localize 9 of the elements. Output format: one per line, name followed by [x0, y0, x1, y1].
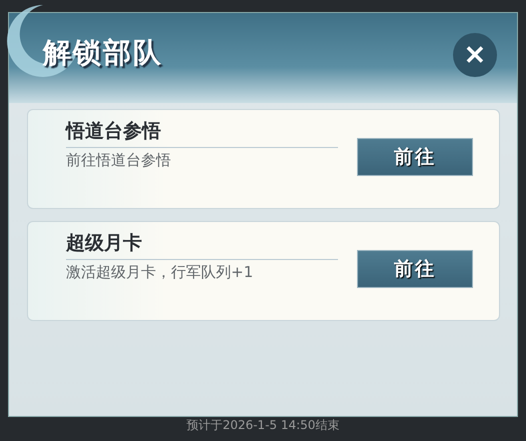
- close-button[interactable]: ✕: [453, 33, 497, 77]
- go-button[interactable]: 前往: [357, 138, 473, 176]
- entry-description: 前往悟道台参悟: [66, 150, 172, 170]
- end-time-text: 预计于2026-1-5 14:50结束: [186, 417, 340, 434]
- entry-title: 超级月卡: [66, 230, 338, 260]
- go-button[interactable]: 前往: [357, 250, 473, 288]
- entry-description: 激活超级月卡，行军队列+1: [66, 262, 254, 282]
- entry-title: 悟道台参悟: [66, 118, 338, 148]
- dialog-title: 解锁部队: [43, 35, 163, 71]
